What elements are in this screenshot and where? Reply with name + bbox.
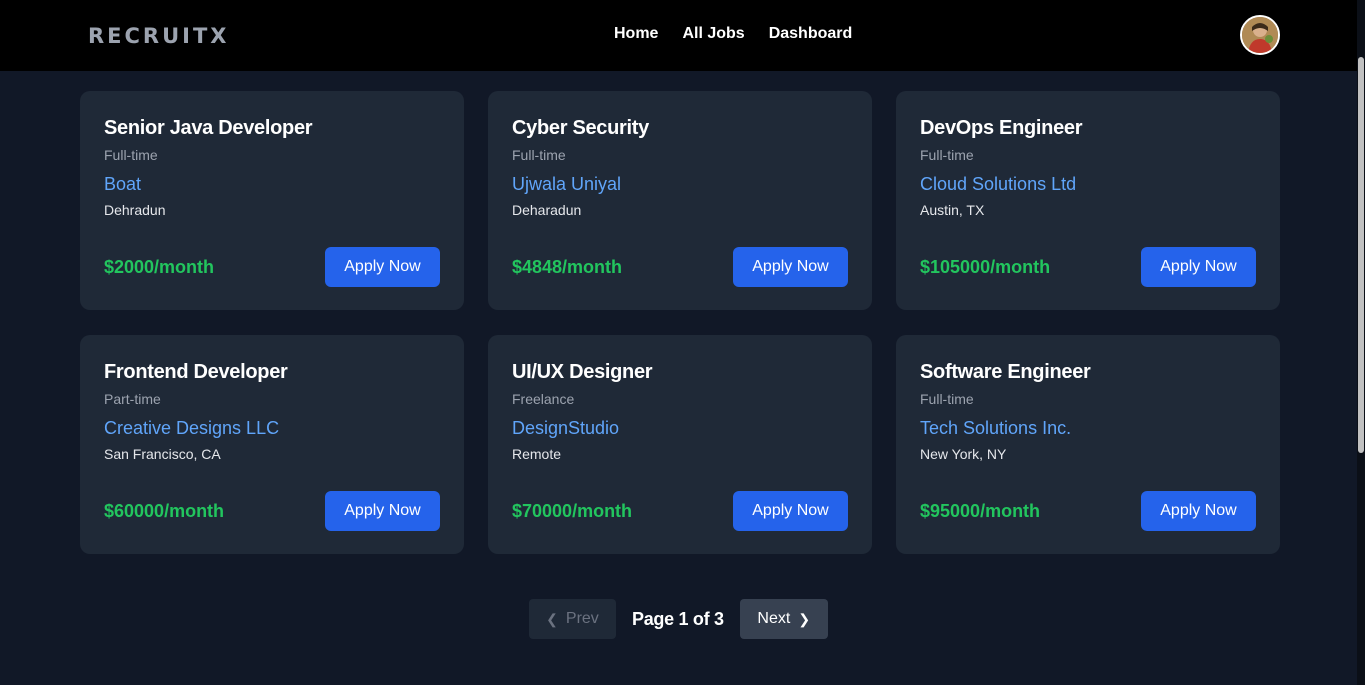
job-title: UI/UX Designer (512, 361, 653, 383)
job-type: Full-time (920, 391, 974, 407)
job-card: Frontend Developer Part-time Creative De… (80, 335, 464, 554)
job-type: Full-time (104, 147, 158, 163)
chevron-right-icon: ❯ (798, 610, 811, 627)
company-name[interactable]: DesignStudio (512, 418, 848, 439)
job-title: Software Engineer (920, 361, 1091, 383)
company-name[interactable]: Boat (104, 174, 440, 195)
company-name[interactable]: Ujwala Uniyal (512, 174, 848, 195)
job-card: DevOps Engineer Full-time Cloud Solution… (896, 91, 1280, 310)
nav-home[interactable]: Home (614, 25, 658, 43)
job-card: Cyber Security Full-time Ujwala Uniyal D… (488, 91, 872, 310)
job-type: Part-time (104, 391, 161, 407)
job-title: Senior Java Developer (104, 117, 313, 139)
page-scrollbar[interactable] (1357, 0, 1365, 685)
apply-now-button[interactable]: Apply Now (733, 491, 848, 531)
job-card: Senior Java Developer Full-time Boat Deh… (80, 91, 464, 310)
apply-now-button[interactable]: Apply Now (1141, 247, 1256, 287)
company-name[interactable]: Creative Designs LLC (104, 418, 440, 439)
user-avatar[interactable] (1240, 15, 1280, 55)
avatar-image (1242, 17, 1278, 53)
job-salary: $70000/month (512, 501, 633, 521)
job-location: Deharadun (512, 202, 582, 218)
top-navbar: RECRUITX Home All Jobs Dashboard (0, 0, 1357, 71)
page-indicator: Page 1 of 3 (632, 608, 724, 629)
job-title: DevOps Engineer (920, 117, 1083, 139)
job-title: Cyber Security (512, 117, 649, 139)
job-location: Dehradun (104, 202, 166, 218)
pagination: ❮ Prev Page 1 of 3 Next ❯ (529, 599, 828, 639)
job-salary: $2000/month (104, 257, 215, 277)
main-nav: Home All Jobs Dashboard (614, 25, 852, 43)
scrollbar-thumb[interactable] (1358, 57, 1364, 453)
prev-page-button[interactable]: ❮ Prev (529, 599, 616, 639)
prev-label: Prev (565, 610, 599, 627)
next-label: Next (757, 610, 791, 627)
job-location: Remote (512, 446, 562, 462)
job-location: New York, NY (920, 446, 1007, 462)
job-card: Software Engineer Full-time Tech Solutio… (896, 335, 1280, 554)
company-name[interactable]: Tech Solutions Inc. (920, 418, 1256, 439)
next-page-button[interactable]: Next ❯ (739, 599, 828, 639)
job-location: Austin, TX (920, 202, 985, 218)
apply-now-button[interactable]: Apply Now (325, 247, 440, 287)
brand-logo[interactable]: RECRUITX (88, 24, 229, 48)
nav-dashboard[interactable]: Dashboard (769, 25, 853, 43)
job-title: Frontend Developer (104, 361, 288, 383)
job-salary: $105000/month (920, 257, 1051, 277)
apply-now-button[interactable]: Apply Now (325, 491, 440, 531)
job-card-grid: Senior Java Developer Full-time Boat Deh… (80, 91, 1280, 554)
job-location: San Francisco, CA (104, 446, 221, 462)
apply-now-button[interactable]: Apply Now (733, 247, 848, 287)
chevron-left-icon: ❮ (546, 610, 558, 627)
job-salary: $4848/month (512, 257, 623, 277)
nav-all-jobs[interactable]: All Jobs (682, 25, 744, 43)
job-card: UI/UX Designer Freelance DesignStudio Re… (488, 335, 872, 554)
apply-now-button[interactable]: Apply Now (1141, 491, 1256, 531)
job-type: Freelance (512, 391, 575, 407)
job-type: Full-time (512, 147, 566, 163)
job-salary: $95000/month (920, 501, 1041, 521)
company-name[interactable]: Cloud Solutions Ltd (920, 174, 1256, 195)
job-salary: $60000/month (104, 501, 225, 521)
job-type: Full-time (920, 147, 974, 163)
